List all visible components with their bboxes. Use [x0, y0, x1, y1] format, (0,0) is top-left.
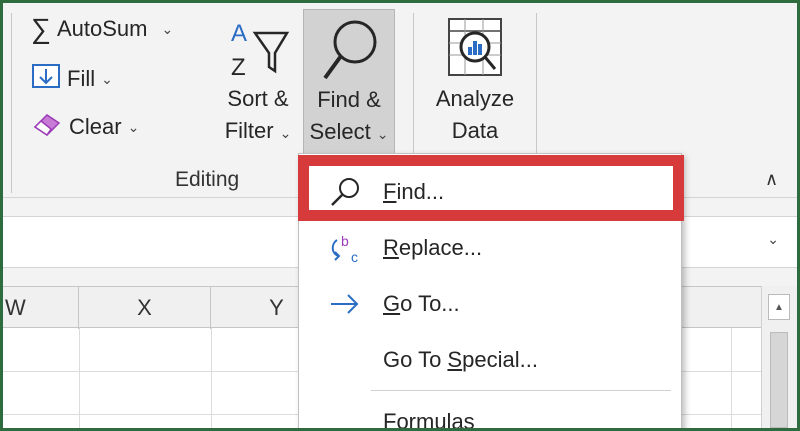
go-to-special-underline-letter: S [447, 347, 463, 372]
go-to-special-prefix: Go To [383, 347, 448, 372]
menu-item-replace-label: Replace... [383, 235, 482, 261]
analyze-data-icon [427, 13, 523, 83]
menu-item-go-to[interactable]: Go To... [299, 276, 681, 332]
fill-label: Fill [67, 66, 96, 91]
autosum-button[interactable]: ∑ AutoSum ⌄ [31, 15, 173, 43]
replace-label-rest: eplace... [398, 235, 483, 260]
menu-separator [371, 390, 671, 391]
sigma-icon: ∑ [31, 13, 51, 44]
goto-arrow-icon [327, 288, 363, 320]
vertical-scrollbar[interactable]: ▲ [761, 286, 797, 428]
autosum-label: AutoSum [56, 16, 148, 41]
excel-window: ∑ AutoSum ⌄ Fill ⌄ Clear ⌄ A Z Sort & Fi… [3, 3, 797, 428]
clear-label: Clear [69, 114, 122, 139]
go-to-label-rest: o To... [400, 291, 460, 316]
sort-filter-label-2: Filter [224, 118, 274, 143]
find-select-label-2: Select [309, 119, 371, 144]
clear-button[interactable]: Clear ⌄ [31, 111, 139, 143]
go-to-special-label-rest: pecial... [462, 347, 538, 372]
editing-group-label: Editing [175, 168, 240, 191]
find-select-label-1: Find & [317, 87, 381, 112]
collapse-ribbon-icon[interactable]: ∧ [765, 169, 778, 190]
sort-filter-icon: A Z [215, 13, 301, 83]
find-icon [327, 176, 363, 208]
svg-text:Z: Z [231, 54, 246, 81]
analyze-data-label-1: Analyze [435, 86, 515, 111]
menu-item-go-to-label: Go To... [383, 291, 460, 317]
menu-item-go-to-special[interactable]: Go To Special... [299, 332, 681, 388]
find-underline-letter: F [383, 179, 397, 204]
menu-item-find-label: Find... [383, 179, 444, 205]
column-header-w[interactable]: W [3, 287, 79, 329]
sort-filter-line2: Filter ⌄ [215, 115, 301, 149]
menu-item-formulas[interactable]: Formulas [299, 394, 681, 428]
ribbon-separator [11, 13, 12, 193]
fill-down-icon [31, 63, 61, 95]
fill-button[interactable]: Fill ⌄ [31, 63, 113, 95]
replace-icon: b c [327, 232, 363, 265]
sort-filter-label-1: Sort & [227, 86, 289, 111]
expand-formula-bar-icon[interactable]: ⌄ [767, 231, 779, 248]
menu-item-replace[interactable]: b c Replace... [299, 220, 681, 276]
magnifier-icon [304, 10, 394, 84]
chevron-down-icon: ⌄ [376, 126, 389, 142]
find-select-button[interactable]: Find & Select ⌄ [303, 9, 395, 155]
scroll-thumb[interactable] [770, 332, 788, 428]
chevron-down-icon: ⌄ [127, 118, 140, 135]
chevron-down-icon: ⌄ [101, 70, 113, 87]
find-label-rest: ind... [396, 179, 445, 204]
scroll-up-icon[interactable]: ▲ [768, 294, 790, 320]
svg-text:b: b [341, 233, 349, 249]
find-select-line2: Select ⌄ [304, 116, 394, 150]
column-header-x[interactable]: X [79, 287, 211, 329]
analyze-data-label-2: Data [451, 118, 499, 143]
sort-filter-button[interactable]: A Z Sort & Filter ⌄ [215, 13, 301, 149]
find-select-menu: Find... b c Replace... Go To... Go To Sp… [298, 153, 682, 428]
chevron-down-icon: ⌄ [161, 20, 174, 37]
svg-text:c: c [351, 249, 358, 265]
eraser-icon [31, 111, 63, 143]
menu-item-go-to-special-label: Go To Special... [383, 347, 538, 373]
menu-item-formulas-label: Formulas [383, 409, 475, 428]
replace-underline-letter: R [383, 235, 399, 260]
svg-text:A: A [231, 20, 247, 47]
cell-gridline [79, 328, 80, 428]
analyze-data-button[interactable]: Analyze Data [427, 13, 523, 147]
cell-gridline [211, 328, 212, 428]
go-to-underline-letter: G [383, 291, 401, 316]
cell-gridline [731, 328, 732, 428]
chevron-down-icon: ⌄ [279, 125, 292, 141]
menu-item-find[interactable]: Find... [299, 164, 681, 220]
